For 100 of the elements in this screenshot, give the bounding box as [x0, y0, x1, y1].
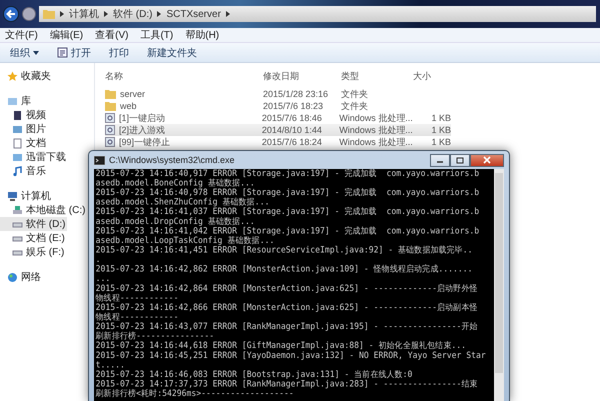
sidebar-item[interactable]: 软件 (D:) [0, 217, 68, 231]
file-size: 1 KB [430, 137, 451, 147]
console-line: asedb.model.DropConfig 基础数据... [96, 216, 255, 226]
file-row[interactable]: [2]进入游戏 2014/8/10 1:44 Windows 批处理... 1 KB [105, 124, 451, 136]
scrollbar[interactable] [494, 169, 504, 401]
console-line: ... [96, 274, 110, 284]
console-line: 2015-07-23 14:16:41,037 ERROR [Storage.java:197] - 完成加载 com.yayo.warriors.b [96, 207, 480, 217]
breadcrumb[interactable]: SCTXserver [166, 8, 221, 20]
document-icon [57, 47, 68, 58]
console-line: t..... [96, 360, 125, 370]
menu-item[interactable]: 工具(T) [140, 28, 174, 42]
console-line: 刷新排行榜---------------- [96, 332, 214, 342]
console-line: asedb.model.BoneConfig 基础数据... [96, 178, 255, 188]
file-size: 1 KB [430, 125, 451, 135]
console-line: 2015-07-23 14:16:42,864 ERROR [MonsterAction.java:625] - -------------启动野外怪 [96, 284, 478, 294]
toolbar-button[interactable]: 新建文件夹 [143, 44, 201, 60]
console-line: 2015-07-23 14:16:40,917 ERROR [Storage.java:197] - 完成加载 com.yayo.warriors.b [96, 169, 480, 179]
toolbar-button[interactable]: 打开 [53, 44, 95, 60]
star-icon [7, 70, 18, 82]
column-header[interactable]: 修改日期 [263, 70, 341, 82]
breadcrumb[interactable]: 计算机 [69, 7, 99, 21]
console-line: asedb.model.ShenZhuConfig 基础数据... [96, 198, 270, 208]
column-header[interactable]: 名称 [105, 70, 263, 82]
menu-item[interactable]: 文件(F) [5, 28, 38, 42]
menu-item[interactable]: 编辑(E) [50, 28, 84, 42]
sidebar-item[interactable]: 收藏夹 [0, 69, 53, 83]
console-line: 2015-07-23 14:16:45,251 ERROR [YayoDaemon.java:132] - NO ERROR, Yayo Server Star [96, 350, 486, 360]
menu-item[interactable]: 帮助(H) [185, 28, 220, 42]
computer-icon [7, 190, 18, 202]
sidebar-item[interactable]: 库 [0, 94, 33, 108]
sidebar-item[interactable]: 计算机 [0, 189, 53, 203]
file-date: 2015/7/6 18:46 [262, 113, 323, 123]
sidebar-item[interactable]: 文档 [0, 136, 48, 150]
close-button[interactable] [470, 154, 504, 166]
console-icon [94, 156, 105, 164]
maximize-icon [456, 156, 464, 164]
globe-icon [7, 272, 18, 282]
folder-icon [105, 102, 116, 110]
file-row[interactable]: [99]一键停止 2015/7/6 18:24 Windows 批处理... 1 KB [105, 136, 451, 148]
console-line: 2015-07-23 14:16:42,866 ERROR [MonsterAction.java:625] - -------------启动副本怪 [96, 302, 478, 313]
window-title: C:\Windows\system32\cmd.exe [109, 155, 235, 165]
close-icon [483, 156, 491, 164]
toolbar-button[interactable]: 打印 [105, 44, 133, 60]
sidebar-item[interactable]: 视频 [0, 108, 48, 122]
file-type: 文件夹 [341, 100, 369, 112]
caret-icon [33, 50, 39, 54]
sidebar-item[interactable]: 网络 [0, 270, 43, 284]
console-line: 2015-07-23 14:16:43,077 ERROR [RankManagerImpl.java:195] - ----------------开始 [96, 322, 478, 332]
forward-button[interactable] [22, 7, 36, 21]
sidebar-item[interactable]: 图片 [0, 122, 48, 136]
menu-item[interactable]: 查看(V) [95, 28, 128, 42]
file-name: [1]一键启动 [119, 112, 166, 124]
chevron-right-icon [104, 11, 108, 17]
file-type: Windows 批处理... [339, 112, 412, 124]
sidebar-item[interactable]: 音乐 [0, 164, 48, 178]
console-line: 刷新排行榜<耗时:54296ms>------------------- [96, 389, 294, 399]
console-line: 2015-07-23 14:16:44,618 ERROR [GiftManagerImpl.java:88] - 初始化全服礼包结束... [96, 341, 466, 351]
address-bar[interactable]: 计算机 软件 (D:) SCTXserver [39, 6, 596, 22]
console-line: 2015-07-23 14:17:37,373 ERROR [RankManagerImpl.java:283] - ----------------结束 [96, 380, 478, 390]
back-button[interactable] [3, 6, 19, 22]
console-line: 物线程------------ [96, 293, 178, 303]
arrow-left-icon [6, 10, 16, 18]
file-type: Windows 批处理... [339, 136, 412, 148]
minimize-button[interactable] [430, 154, 450, 166]
sidebar-item[interactable]: 迅雷下载 [0, 150, 68, 164]
sidebar-item[interactable]: 娱乐 (F:) [0, 245, 66, 259]
console-line: 2015-07-23 14:16:40,978 ERROR [Storage.java:197] - 完成加载 com.yayo.warriors.b [96, 188, 480, 198]
file-type: Windows 批处理... [339, 124, 412, 136]
breadcrumb[interactable]: 软件 (D:) [113, 7, 152, 21]
chevron-right-icon [60, 11, 64, 17]
folder-icon [105, 90, 116, 98]
console-line: . [96, 255, 100, 265]
drive-icon [12, 204, 23, 216]
file-date: 2014/8/10 1:44 [262, 125, 323, 135]
column-header[interactable]: 类型 [341, 70, 413, 82]
music-note-icon [12, 166, 23, 176]
file-name: [2]进入游戏 [119, 124, 166, 136]
console-line: asedb.model.LoopTaskConfig 基础数据... [96, 236, 274, 246]
file-date: 2015/7/6 18:23 [263, 101, 324, 111]
document-icon [12, 138, 23, 148]
file-date: 2015/7/6 18:24 [262, 137, 323, 147]
maximize-button[interactable] [450, 154, 470, 166]
sidebar-item[interactable]: 文档 (E:) [0, 231, 67, 245]
file-row[interactable]: server 2015/1/28 23:16 文件夹 [105, 88, 451, 100]
toolbar-button[interactable]: 组织 [6, 44, 43, 60]
gear-window-icon [105, 137, 115, 147]
file-date: 2015/1/28 23:16 [263, 89, 330, 99]
gear-window-icon [105, 113, 115, 123]
column-header[interactable]: 大小 [413, 70, 453, 82]
folder-icon [43, 9, 55, 19]
sidebar-item[interactable]: 本地磁盘 (C:) [0, 203, 88, 217]
file-name: web [120, 101, 137, 111]
file-type: 文件夹 [341, 88, 369, 100]
file-size: 1 KB [430, 113, 451, 123]
console-line: 2015-07-23 14:16:42,862 ERROR [MonsterAction.java:109] - 怪物线程启动完成....... [96, 264, 473, 274]
file-row[interactable]: [1]一键启动 2015/7/6 18:46 Windows 批处理... 1 KB [105, 112, 451, 124]
file-name: server [120, 89, 146, 99]
gear-window-icon [105, 125, 115, 135]
file-row[interactable]: web 2015/7/6 18:23 文件夹 [105, 100, 451, 112]
console-line: 物线程------------ [96, 312, 178, 322]
